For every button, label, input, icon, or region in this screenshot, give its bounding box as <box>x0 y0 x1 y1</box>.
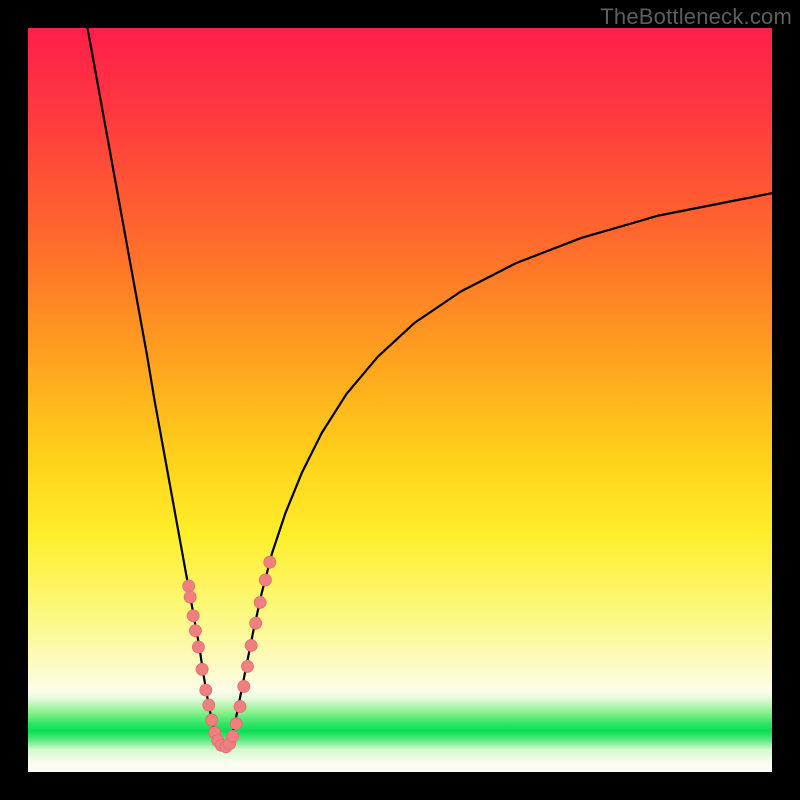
outer-black-border: TheBottleneck.com <box>0 0 800 800</box>
marker-dot <box>264 556 276 568</box>
marker-dot <box>241 660 253 672</box>
marker-group <box>183 556 276 753</box>
marker-dot <box>259 574 271 586</box>
marker-dot <box>238 680 250 692</box>
marker-dot <box>254 596 266 608</box>
marker-dot <box>230 718 242 730</box>
watermark-text: TheBottleneck.com <box>600 4 792 30</box>
marker-dot <box>200 684 212 696</box>
plot-area <box>28 28 772 772</box>
marker-dot <box>184 591 196 603</box>
marker-dot <box>227 730 239 742</box>
marker-dot <box>196 663 208 675</box>
chart-svg <box>28 28 772 772</box>
bottleneck-curve <box>88 28 772 747</box>
marker-dot <box>187 610 199 622</box>
marker-dot <box>203 699 215 711</box>
marker-dot <box>192 641 204 653</box>
marker-dot <box>250 617 262 629</box>
marker-dot <box>245 640 257 652</box>
marker-dot <box>234 701 246 713</box>
marker-dot <box>183 580 195 592</box>
marker-dot <box>206 714 218 726</box>
marker-dot <box>189 625 201 637</box>
